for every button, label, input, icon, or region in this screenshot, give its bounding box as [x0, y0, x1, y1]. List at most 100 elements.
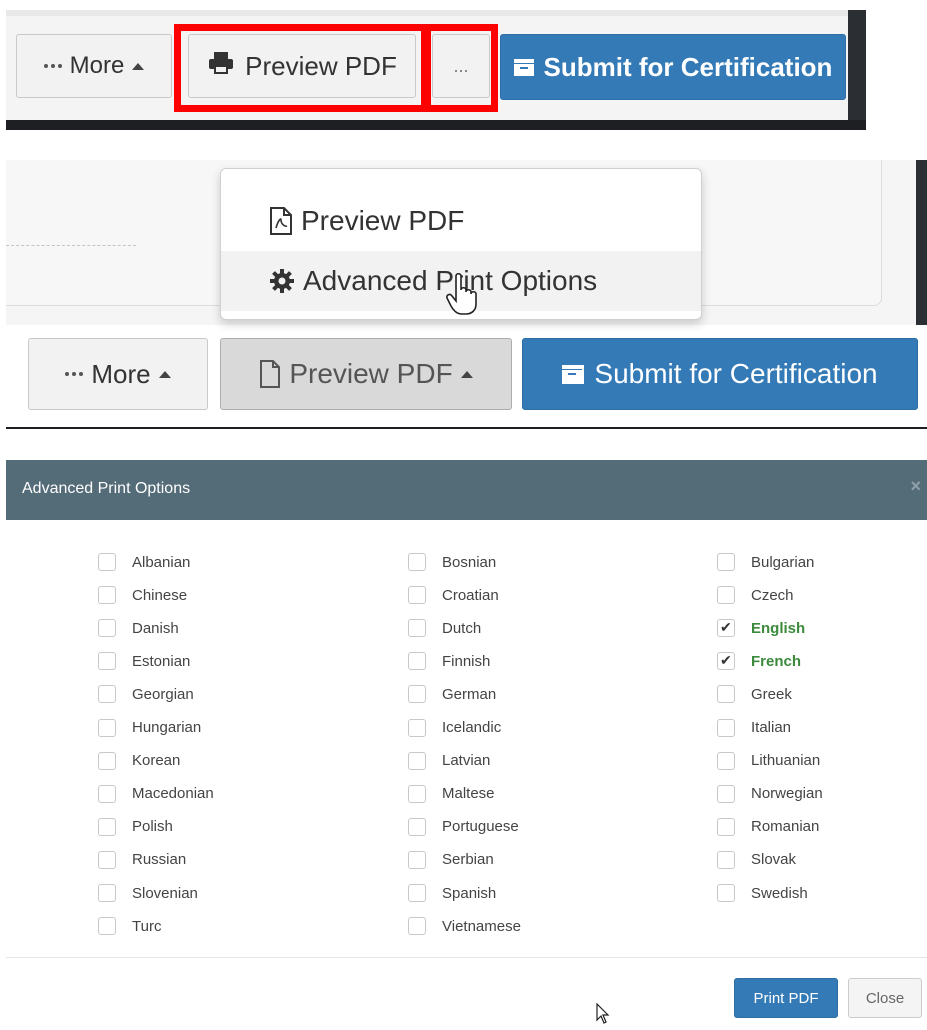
language-checkbox[interactable]	[717, 884, 735, 902]
language-checkbox[interactable]	[408, 685, 426, 704]
language-label: Croatian	[442, 586, 499, 604]
language-checkbox[interactable]	[98, 586, 116, 605]
language-checkbox[interactable]	[717, 586, 735, 605]
language-checkbox[interactable]	[408, 784, 426, 803]
language-option[interactable]: Macedonian	[98, 783, 214, 805]
language-option[interactable]: French	[717, 650, 801, 672]
language-checkbox[interactable]	[717, 652, 735, 671]
language-label: Polish	[132, 818, 173, 836]
language-option[interactable]: Vietnamese	[408, 915, 521, 937]
more-button-label: More	[69, 52, 125, 79]
language-option[interactable]: Serbian	[408, 849, 494, 871]
language-option[interactable]: Swedish	[717, 882, 808, 904]
language-checkbox[interactable]	[717, 784, 735, 803]
language-checkbox[interactable]	[408, 586, 426, 605]
close-label: Close	[865, 989, 905, 1007]
language-checkbox[interactable]	[98, 553, 116, 571]
language-checkbox[interactable]	[717, 850, 735, 869]
language-checkbox[interactable]	[408, 553, 426, 571]
language-option[interactable]: Slovak	[717, 849, 796, 871]
language-option[interactable]: Russian	[98, 849, 186, 871]
language-option[interactable]: Bulgarian	[717, 551, 814, 573]
language-checkbox[interactable]	[408, 652, 426, 671]
menu-item-preview-pdf[interactable]: Preview PDF	[221, 191, 701, 251]
language-option[interactable]: Romanian	[717, 816, 819, 838]
language-option[interactable]: Chinese	[98, 584, 187, 606]
language-checkbox[interactable]	[717, 553, 735, 571]
file-icon	[259, 360, 281, 388]
language-option[interactable]: Dutch	[408, 617, 481, 639]
modal-title: Advanced Print Options	[22, 480, 191, 497]
advanced-print-options-modal: Advanced Print Options × Albanian Bosnian…	[6, 460, 927, 1030]
language-checkbox[interactable]	[408, 751, 426, 770]
language-label: Albanian	[132, 553, 191, 571]
language-checkbox[interactable]	[98, 652, 116, 671]
language-checkbox[interactable]	[408, 619, 426, 638]
language-checkbox[interactable]	[98, 751, 116, 770]
language-label: Icelandic	[442, 719, 502, 736]
language-option[interactable]: Korean	[98, 750, 180, 772]
submit-certification-button[interactable]: Submit for Certification	[500, 34, 846, 100]
language-checkbox[interactable]	[98, 619, 116, 638]
language-checkbox[interactable]	[408, 817, 426, 836]
language-label: Lithuanian	[751, 752, 821, 770]
language-option[interactable]: Lithuanian	[717, 750, 820, 772]
language-label: Bulgarian	[751, 553, 815, 571]
language-option[interactable]: German	[408, 683, 496, 705]
language-label: Slovenian	[132, 884, 198, 902]
language-label: Chinese	[132, 586, 188, 604]
language-option[interactable]: Portuguese	[408, 816, 519, 838]
language-checkbox[interactable]	[717, 685, 735, 704]
language-option[interactable]: Polish	[98, 816, 173, 838]
language-option[interactable]: Hungarian	[98, 717, 201, 739]
dropdown-panel: Preview PDF Advanced Print Options More …	[6, 160, 927, 430]
language-option[interactable]: Latvian	[408, 750, 490, 772]
language-checkbox[interactable]	[408, 850, 426, 869]
language-option[interactable]: Croatian	[408, 584, 499, 606]
language-checkbox[interactable]	[408, 917, 426, 936]
language-checkbox[interactable]	[98, 784, 116, 803]
language-checkbox[interactable]	[717, 751, 735, 770]
language-checkbox[interactable]	[408, 718, 426, 737]
language-option[interactable]: Italian	[717, 717, 791, 739]
language-label: Hungarian	[132, 719, 202, 736]
window-edge	[848, 10, 866, 130]
language-checkbox[interactable]	[98, 718, 116, 737]
language-checkbox[interactable]	[408, 884, 426, 902]
language-checkbox[interactable]	[98, 917, 116, 936]
language-checkbox[interactable]	[98, 884, 116, 902]
language-checkbox[interactable]	[98, 850, 116, 869]
language-option[interactable]: Estonian	[98, 650, 190, 672]
language-label: Spanish	[442, 884, 497, 902]
caret-up-icon	[132, 62, 145, 70]
language-checkbox[interactable]	[717, 718, 735, 737]
more-button[interactable]: More	[16, 34, 172, 98]
language-option[interactable]: Icelandic	[408, 717, 501, 739]
language-option[interactable]: Albanian	[98, 551, 190, 573]
preview-pdf-dropdown-button[interactable]: Preview PDF	[220, 338, 512, 410]
submit-certification-button[interactable]: Submit for Certification	[522, 338, 918, 410]
language-checkbox[interactable]	[98, 817, 116, 836]
language-checkbox[interactable]	[98, 685, 116, 704]
language-option[interactable]: Greek	[717, 683, 792, 705]
language-option[interactable]: Spanish	[408, 882, 496, 904]
close-icon[interactable]: ×	[910, 476, 921, 497]
language-option[interactable]: Turc	[98, 915, 161, 937]
more-button[interactable]: More	[28, 338, 208, 410]
language-option[interactable]: Maltese	[408, 783, 495, 805]
language-option[interactable]: English	[717, 617, 805, 639]
language-option[interactable]: Georgian	[98, 683, 194, 705]
language-checkbox[interactable]	[717, 817, 735, 836]
language-option[interactable]: Slovenian	[98, 882, 198, 904]
language-checkbox[interactable]	[717, 619, 735, 638]
language-option[interactable]: Bosnian	[408, 551, 496, 573]
language-option[interactable]: Danish	[98, 617, 179, 639]
close-button[interactable]: Close	[848, 978, 922, 1018]
language-option[interactable]: Norwegian	[717, 783, 823, 805]
language-option[interactable]: Finnish	[408, 650, 490, 672]
print-pdf-button[interactable]: Print PDF	[734, 978, 838, 1018]
highlight-box-preview	[174, 24, 428, 112]
language-option[interactable]: Czech	[717, 584, 794, 606]
pdf-file-icon	[269, 207, 293, 235]
language-label: Danish	[132, 619, 179, 637]
